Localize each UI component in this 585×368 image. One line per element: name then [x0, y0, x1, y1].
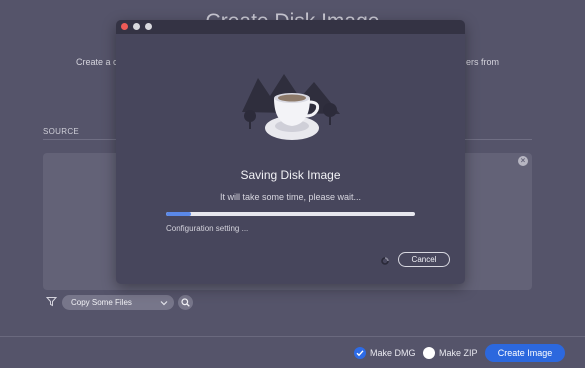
- progress-bar-fill: [166, 212, 191, 216]
- description-text-right: ers from: [465, 57, 499, 67]
- make-zip-checkbox[interactable]: Make ZIP: [423, 346, 479, 360]
- filter-icon[interactable]: [46, 296, 57, 307]
- saving-dialog: Saving Disk Image It will take some time…: [116, 20, 465, 284]
- footer-divider: [0, 336, 585, 337]
- source-section-label: SOURCE: [43, 127, 80, 136]
- window-minimize-button: [133, 23, 140, 30]
- make-dmg-label: Make DMG: [370, 348, 416, 358]
- search-icon: [181, 298, 190, 307]
- search-button[interactable]: [178, 295, 193, 310]
- dialog-title: Saving Disk Image: [240, 168, 341, 182]
- chevron-down-icon: [160, 301, 168, 306]
- dialog-subtitle: It will take some time, please wait...: [219, 192, 362, 202]
- window-close-button[interactable]: [121, 23, 128, 30]
- checkbox-checked-icon: [354, 347, 366, 359]
- progress-bar: [166, 212, 415, 216]
- make-dmg-checkbox[interactable]: Make DMG: [354, 346, 416, 360]
- copy-mode-select[interactable]: Copy Some Files: [62, 295, 174, 310]
- spinner-icon: [381, 257, 389, 265]
- dialog-titlebar: [116, 20, 465, 34]
- copy-mode-select-value: Copy Some Files: [71, 298, 132, 307]
- make-zip-label: Make ZIP: [439, 348, 478, 358]
- coffee-cup-illustration: [242, 74, 340, 140]
- progress-status-text: Configuration setting ...: [166, 224, 249, 233]
- description-text-left: Create a c: [76, 57, 118, 67]
- window-zoom-button: [145, 23, 152, 30]
- create-image-button[interactable]: Create Image: [485, 344, 565, 362]
- cancel-button[interactable]: Cancel: [398, 252, 450, 267]
- checkbox-unchecked-icon: [423, 347, 435, 359]
- close-icon[interactable]: ×: [518, 156, 528, 166]
